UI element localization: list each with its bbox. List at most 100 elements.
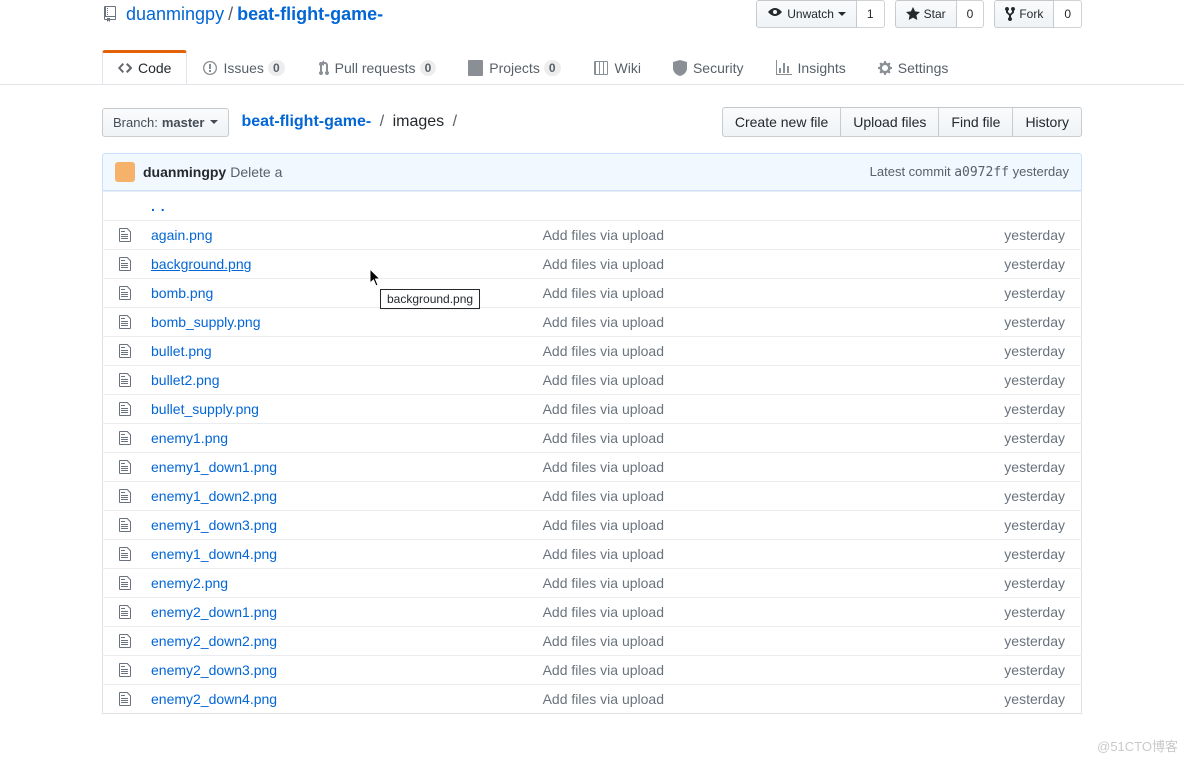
file-commit-message[interactable]: Add files via upload xyxy=(543,314,664,330)
file-link[interactable]: enemy2.png xyxy=(151,575,228,591)
dropdown-caret-icon xyxy=(210,120,218,124)
file-link[interactable]: enemy2_down4.png xyxy=(151,691,277,707)
commit-tease: duanmingpy Delete a Latest commit a0972f… xyxy=(102,153,1082,191)
file-commit-message[interactable]: Add files via upload xyxy=(543,488,664,504)
file-commit-message[interactable]: Add files via upload xyxy=(543,227,664,243)
table-row: bullet.png Add files via upload yesterday xyxy=(103,337,1082,366)
owner-link[interactable]: duanmingpy xyxy=(126,4,224,25)
file-age: yesterday xyxy=(872,337,1081,366)
file-commit-message[interactable]: Add files via upload xyxy=(543,401,664,417)
up-tree-row: . . xyxy=(103,192,1082,221)
eye-icon xyxy=(767,6,783,22)
file-icon xyxy=(119,314,131,330)
file-link[interactable]: enemy1_down4.png xyxy=(151,546,277,562)
file-icon xyxy=(119,691,131,707)
file-commit-message[interactable]: Add files via upload xyxy=(543,343,664,359)
file-commit-message[interactable]: Add files via upload xyxy=(543,546,664,562)
file-commit-message[interactable]: Add files via upload xyxy=(543,256,664,272)
tab-settings[interactable]: Settings xyxy=(862,50,965,84)
file-commit-message[interactable]: Add files via upload xyxy=(543,372,664,388)
file-icon xyxy=(119,227,131,243)
find-file-button[interactable]: Find file xyxy=(938,107,1012,137)
breadcrumb-root[interactable]: beat-flight-game- xyxy=(241,113,371,130)
file-commit-message[interactable]: Add files via upload xyxy=(543,575,664,591)
table-row: background.png Add files via upload yester… xyxy=(103,250,1082,279)
pulls-count: 0 xyxy=(420,60,437,76)
graph-icon xyxy=(776,60,792,76)
history-button[interactable]: History xyxy=(1012,107,1082,137)
fork-icon xyxy=(1005,6,1015,22)
commit-message[interactable]: Delete a xyxy=(230,164,282,180)
watermark: @51CTO博客 xyxy=(1097,736,1178,755)
issues-count: 0 xyxy=(268,60,285,76)
file-icon xyxy=(119,604,131,620)
watch-button[interactable]: Unwatch xyxy=(756,0,857,28)
file-age: yesterday xyxy=(872,511,1081,540)
file-link[interactable]: enemy1_down3.png xyxy=(151,517,277,533)
file-link[interactable]: enemy1.png xyxy=(151,430,228,446)
file-link[interactable]: bullet2.png xyxy=(151,372,220,388)
repo-icon xyxy=(102,6,118,22)
file-commit-message[interactable]: Add files via upload xyxy=(543,517,664,533)
file-age: yesterday xyxy=(872,656,1081,685)
tab-pull-requests[interactable]: Pull requests 0 xyxy=(301,50,453,84)
file-commit-message[interactable]: Add files via upload xyxy=(543,285,664,301)
file-icon xyxy=(119,662,131,678)
up-tree-link[interactable]: . . xyxy=(151,198,166,214)
star-count[interactable]: 0 xyxy=(957,0,985,28)
file-link[interactable]: enemy1_down1.png xyxy=(151,459,277,475)
file-icon xyxy=(119,430,131,446)
tab-projects[interactable]: Projects 0 xyxy=(452,50,576,84)
file-commit-message[interactable]: Add files via upload xyxy=(543,604,664,620)
file-commit-message[interactable]: Add files via upload xyxy=(543,633,664,649)
file-commit-message[interactable]: Add files via upload xyxy=(543,691,664,707)
file-age: yesterday xyxy=(872,395,1081,424)
file-link[interactable]: enemy1_down2.png xyxy=(151,488,277,504)
file-icon xyxy=(119,256,131,272)
file-link[interactable]: again.png xyxy=(151,227,213,243)
tab-insights[interactable]: Insights xyxy=(760,50,862,84)
file-age: yesterday xyxy=(872,453,1081,482)
file-commit-message[interactable]: Add files via upload xyxy=(543,662,664,678)
star-button[interactable]: Star xyxy=(895,0,957,28)
avatar[interactable] xyxy=(115,162,135,182)
tab-wiki[interactable]: Wiki xyxy=(577,50,657,84)
repo-link[interactable]: beat-flight-game- xyxy=(237,4,383,25)
tab-code[interactable]: Code xyxy=(102,50,187,84)
tab-security[interactable]: Security xyxy=(657,50,760,84)
fork-button[interactable]: Fork xyxy=(994,0,1054,28)
file-age: yesterday xyxy=(872,685,1081,714)
file-commit-message[interactable]: Add files via upload xyxy=(543,459,664,475)
commit-sha[interactable]: a0972ff xyxy=(954,165,1009,180)
create-new-file-button[interactable]: Create new file xyxy=(722,107,840,137)
file-link[interactable]: bullet.png xyxy=(151,343,212,359)
file-link[interactable]: enemy2_down1.png xyxy=(151,604,277,620)
file-icon xyxy=(119,488,131,504)
file-link[interactable]: bomb.png xyxy=(151,285,213,301)
file-link[interactable]: enemy2_down3.png xyxy=(151,662,277,678)
file-age: yesterday xyxy=(872,598,1081,627)
breadcrumb: beat-flight-game- / images / xyxy=(241,113,461,131)
file-link[interactable]: enemy2_down2.png xyxy=(151,633,277,649)
file-age: yesterday xyxy=(872,250,1081,279)
wiki-icon xyxy=(593,60,609,76)
gear-icon xyxy=(878,60,892,76)
file-icon xyxy=(119,285,131,301)
file-link[interactable]: background.png xyxy=(151,256,251,272)
file-commit-message[interactable]: Add files via upload xyxy=(543,430,664,446)
watch-count[interactable]: 1 xyxy=(857,0,885,28)
tab-issues[interactable]: Issues 0 xyxy=(187,50,300,84)
file-link[interactable]: bomb_supply.png xyxy=(151,314,260,330)
upload-files-button[interactable]: Upload files xyxy=(840,107,938,137)
issue-icon xyxy=(203,60,217,76)
file-icon xyxy=(119,633,131,649)
fork-count[interactable]: 0 xyxy=(1054,0,1082,28)
commit-when: yesterday xyxy=(1013,164,1069,179)
table-row: enemy2_down3.png Add files via upload yest… xyxy=(103,656,1082,685)
table-row: enemy2_down4.png Add files via upload yest… xyxy=(103,685,1082,714)
table-row: again.pngAdd files via uploadyesterday xyxy=(103,221,1082,250)
branch-select[interactable]: Branch: master xyxy=(102,108,229,137)
file-link[interactable]: bullet_supply.png xyxy=(151,401,259,417)
commit-author[interactable]: duanmingpy xyxy=(143,164,226,180)
projects-icon xyxy=(468,60,483,76)
